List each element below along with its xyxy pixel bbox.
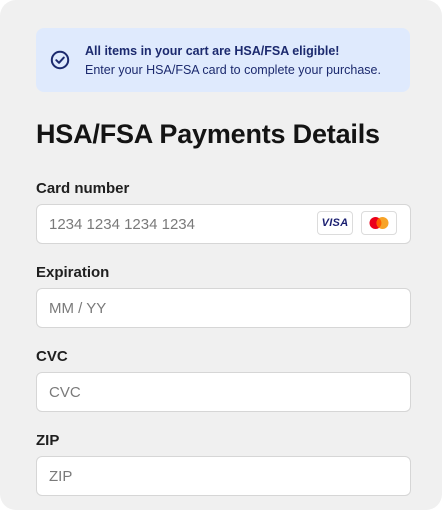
notice-text: All items in your cart are HSA/FSA eligi… <box>85 42 381 80</box>
page-title: HSA/FSA Payments Details <box>36 119 380 149</box>
eligibility-notice: All items in your cart are HSA/FSA eligi… <box>36 28 410 92</box>
notice-title: All items in your cart are HSA/FSA eligi… <box>85 44 340 58</box>
notice-subtitle: Enter your HSA/FSA card to complete your… <box>85 63 381 77</box>
card-number-input[interactable] <box>49 205 299 243</box>
card-number-field-wrapper: VISA <box>36 204 411 244</box>
card-number-label: Card number <box>36 180 130 197</box>
visa-icon: VISA <box>317 211 353 235</box>
expiration-field-wrapper <box>36 288 411 328</box>
zip-field-wrapper <box>36 456 411 496</box>
cvc-field-wrapper <box>36 372 411 412</box>
mastercard-logo <box>369 217 389 229</box>
cvc-label: CVC <box>36 348 68 365</box>
check-circle-icon <box>50 50 70 70</box>
cvc-input[interactable] <box>49 373 299 411</box>
mastercard-icon <box>361 211 397 235</box>
zip-label: ZIP <box>36 432 60 449</box>
zip-input[interactable] <box>49 457 299 495</box>
expiration-label: Expiration <box>36 264 110 281</box>
payment-panel: All items in your cart are HSA/FSA eligi… <box>0 0 442 510</box>
expiration-input[interactable] <box>49 289 299 327</box>
